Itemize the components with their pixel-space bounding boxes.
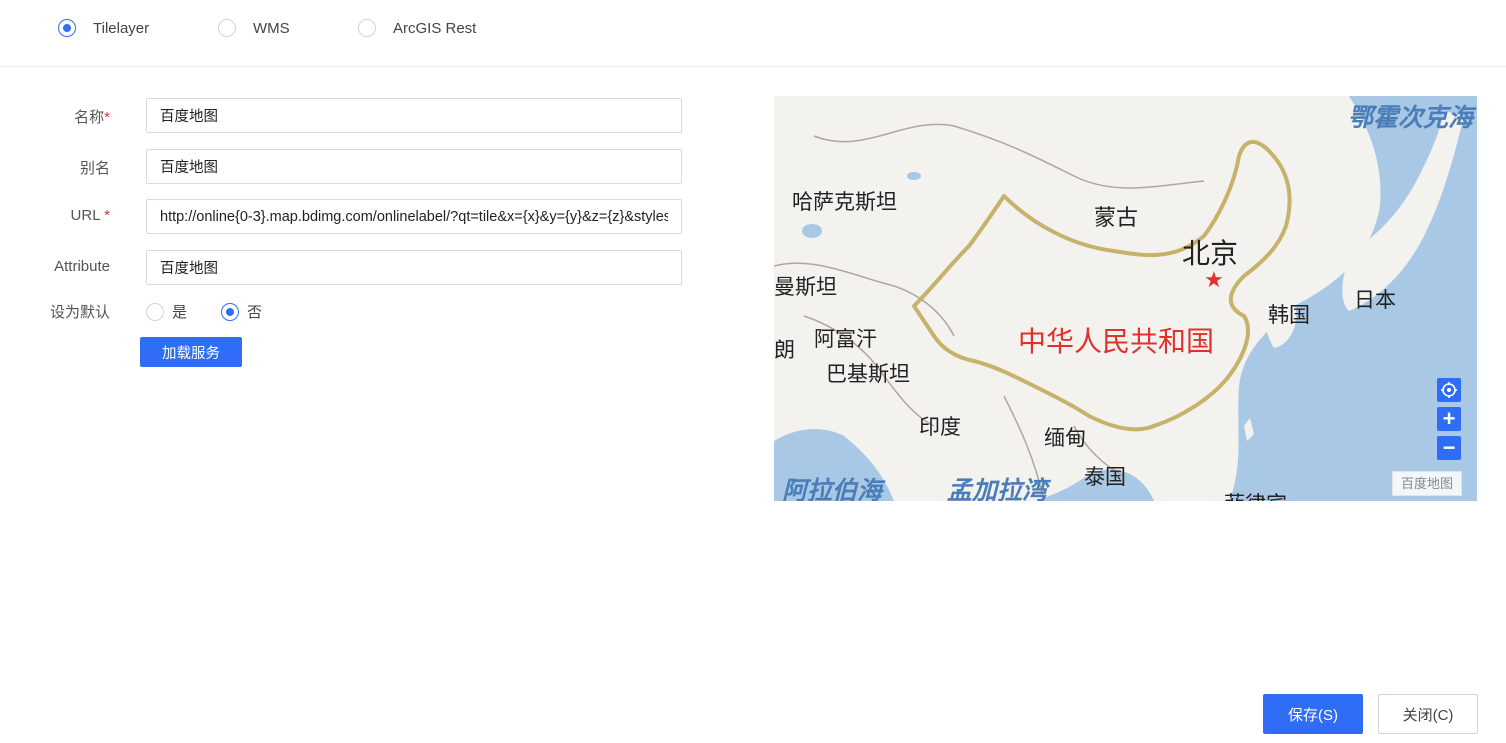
close-button[interactable]: 关闭(C) <box>1378 694 1478 734</box>
radio-label-tilelayer: Tilelayer <box>93 19 150 37</box>
radio-button-selected[interactable] <box>221 302 239 321</box>
map-attribution: 百度地图 <box>1392 471 1462 496</box>
radio-button[interactable] <box>146 302 164 321</box>
map-label-india: 印度 <box>919 415 961 439</box>
attribute-label: Attribute <box>54 258 110 275</box>
lake <box>907 172 921 180</box>
zoom-out-button[interactable]: − <box>1437 435 1461 460</box>
zoom-in-button[interactable]: + <box>1437 406 1461 431</box>
map-label-philippines: 菲律宾 <box>1224 488 1287 501</box>
radio-arcgis-rest[interactable]: ArcGIS Rest <box>358 19 476 37</box>
name-input[interactable] <box>146 98 682 133</box>
attribute-input[interactable] <box>146 250 682 285</box>
map-label-okhotsk-sea: 鄂霍次克海 <box>1348 103 1474 132</box>
radio-label-wms: WMS <box>253 19 290 37</box>
map-label-pakistan: 巴基斯坦 <box>826 362 910 386</box>
lake <box>802 224 822 238</box>
map-label-beijing: 北京 <box>1182 237 1239 270</box>
url-input[interactable] <box>146 199 682 234</box>
map-label-korea: 韩国 <box>1268 303 1310 327</box>
map-label-bay-of-bengal: 孟加拉湾 <box>947 476 1048 501</box>
locate-icon <box>1441 382 1457 398</box>
map-label-mongolia: 蒙古 <box>1094 206 1139 231</box>
map-label-afghanistan: 阿富汗 <box>814 327 877 351</box>
island <box>1244 418 1254 441</box>
map-label-arabian-sea: 阿拉伯海 <box>782 476 883 501</box>
radio-button[interactable] <box>218 19 236 37</box>
default-no-option[interactable]: 否 <box>221 301 262 322</box>
service-type-bar: Tilelayer WMS ArcGIS Rest <box>0 0 1506 67</box>
locate-button[interactable] <box>1437 378 1461 402</box>
default-yes-label: 是 <box>172 304 188 321</box>
map-label-china: 中华人民共和国 <box>1018 325 1215 358</box>
map-label-iran: 朗 <box>774 338 795 362</box>
alias-input[interactable] <box>146 149 682 184</box>
radio-button[interactable] <box>358 19 376 37</box>
radio-wms[interactable]: WMS <box>218 19 290 37</box>
load-service-button[interactable]: 加载服务 <box>140 337 242 367</box>
radio-button-selected[interactable] <box>58 19 76 37</box>
map-label-turkmenistan: 曼斯坦 <box>774 275 837 299</box>
radio-label-arcgis-rest: ArcGIS Rest <box>393 19 477 37</box>
capital-star-icon: ★ <box>1204 268 1224 293</box>
name-label: 名称* <box>74 109 110 126</box>
map-preview[interactable]: 鄂霍次克海 哈萨克斯坦 蒙古 北京 ★ 曼斯坦 日本 韩国 中华人民共和国 阿富… <box>774 96 1477 501</box>
map-label-myanmar: 缅甸 <box>1044 426 1086 450</box>
map-label-kazakhstan: 哈萨克斯坦 <box>792 190 897 214</box>
default-yes-option[interactable]: 是 <box>146 301 187 322</box>
default-no-label: 否 <box>247 304 263 321</box>
save-button[interactable]: 保存(S) <box>1263 694 1363 734</box>
map-label-japan: 日本 <box>1354 288 1396 312</box>
alias-label: 别名 <box>79 160 110 177</box>
radio-tilelayer[interactable]: Tilelayer <box>58 19 149 37</box>
map-label-thailand: 泰国 <box>1084 465 1126 489</box>
default-label: 设为默认 <box>49 304 110 321</box>
url-label: URL * <box>70 207 110 224</box>
